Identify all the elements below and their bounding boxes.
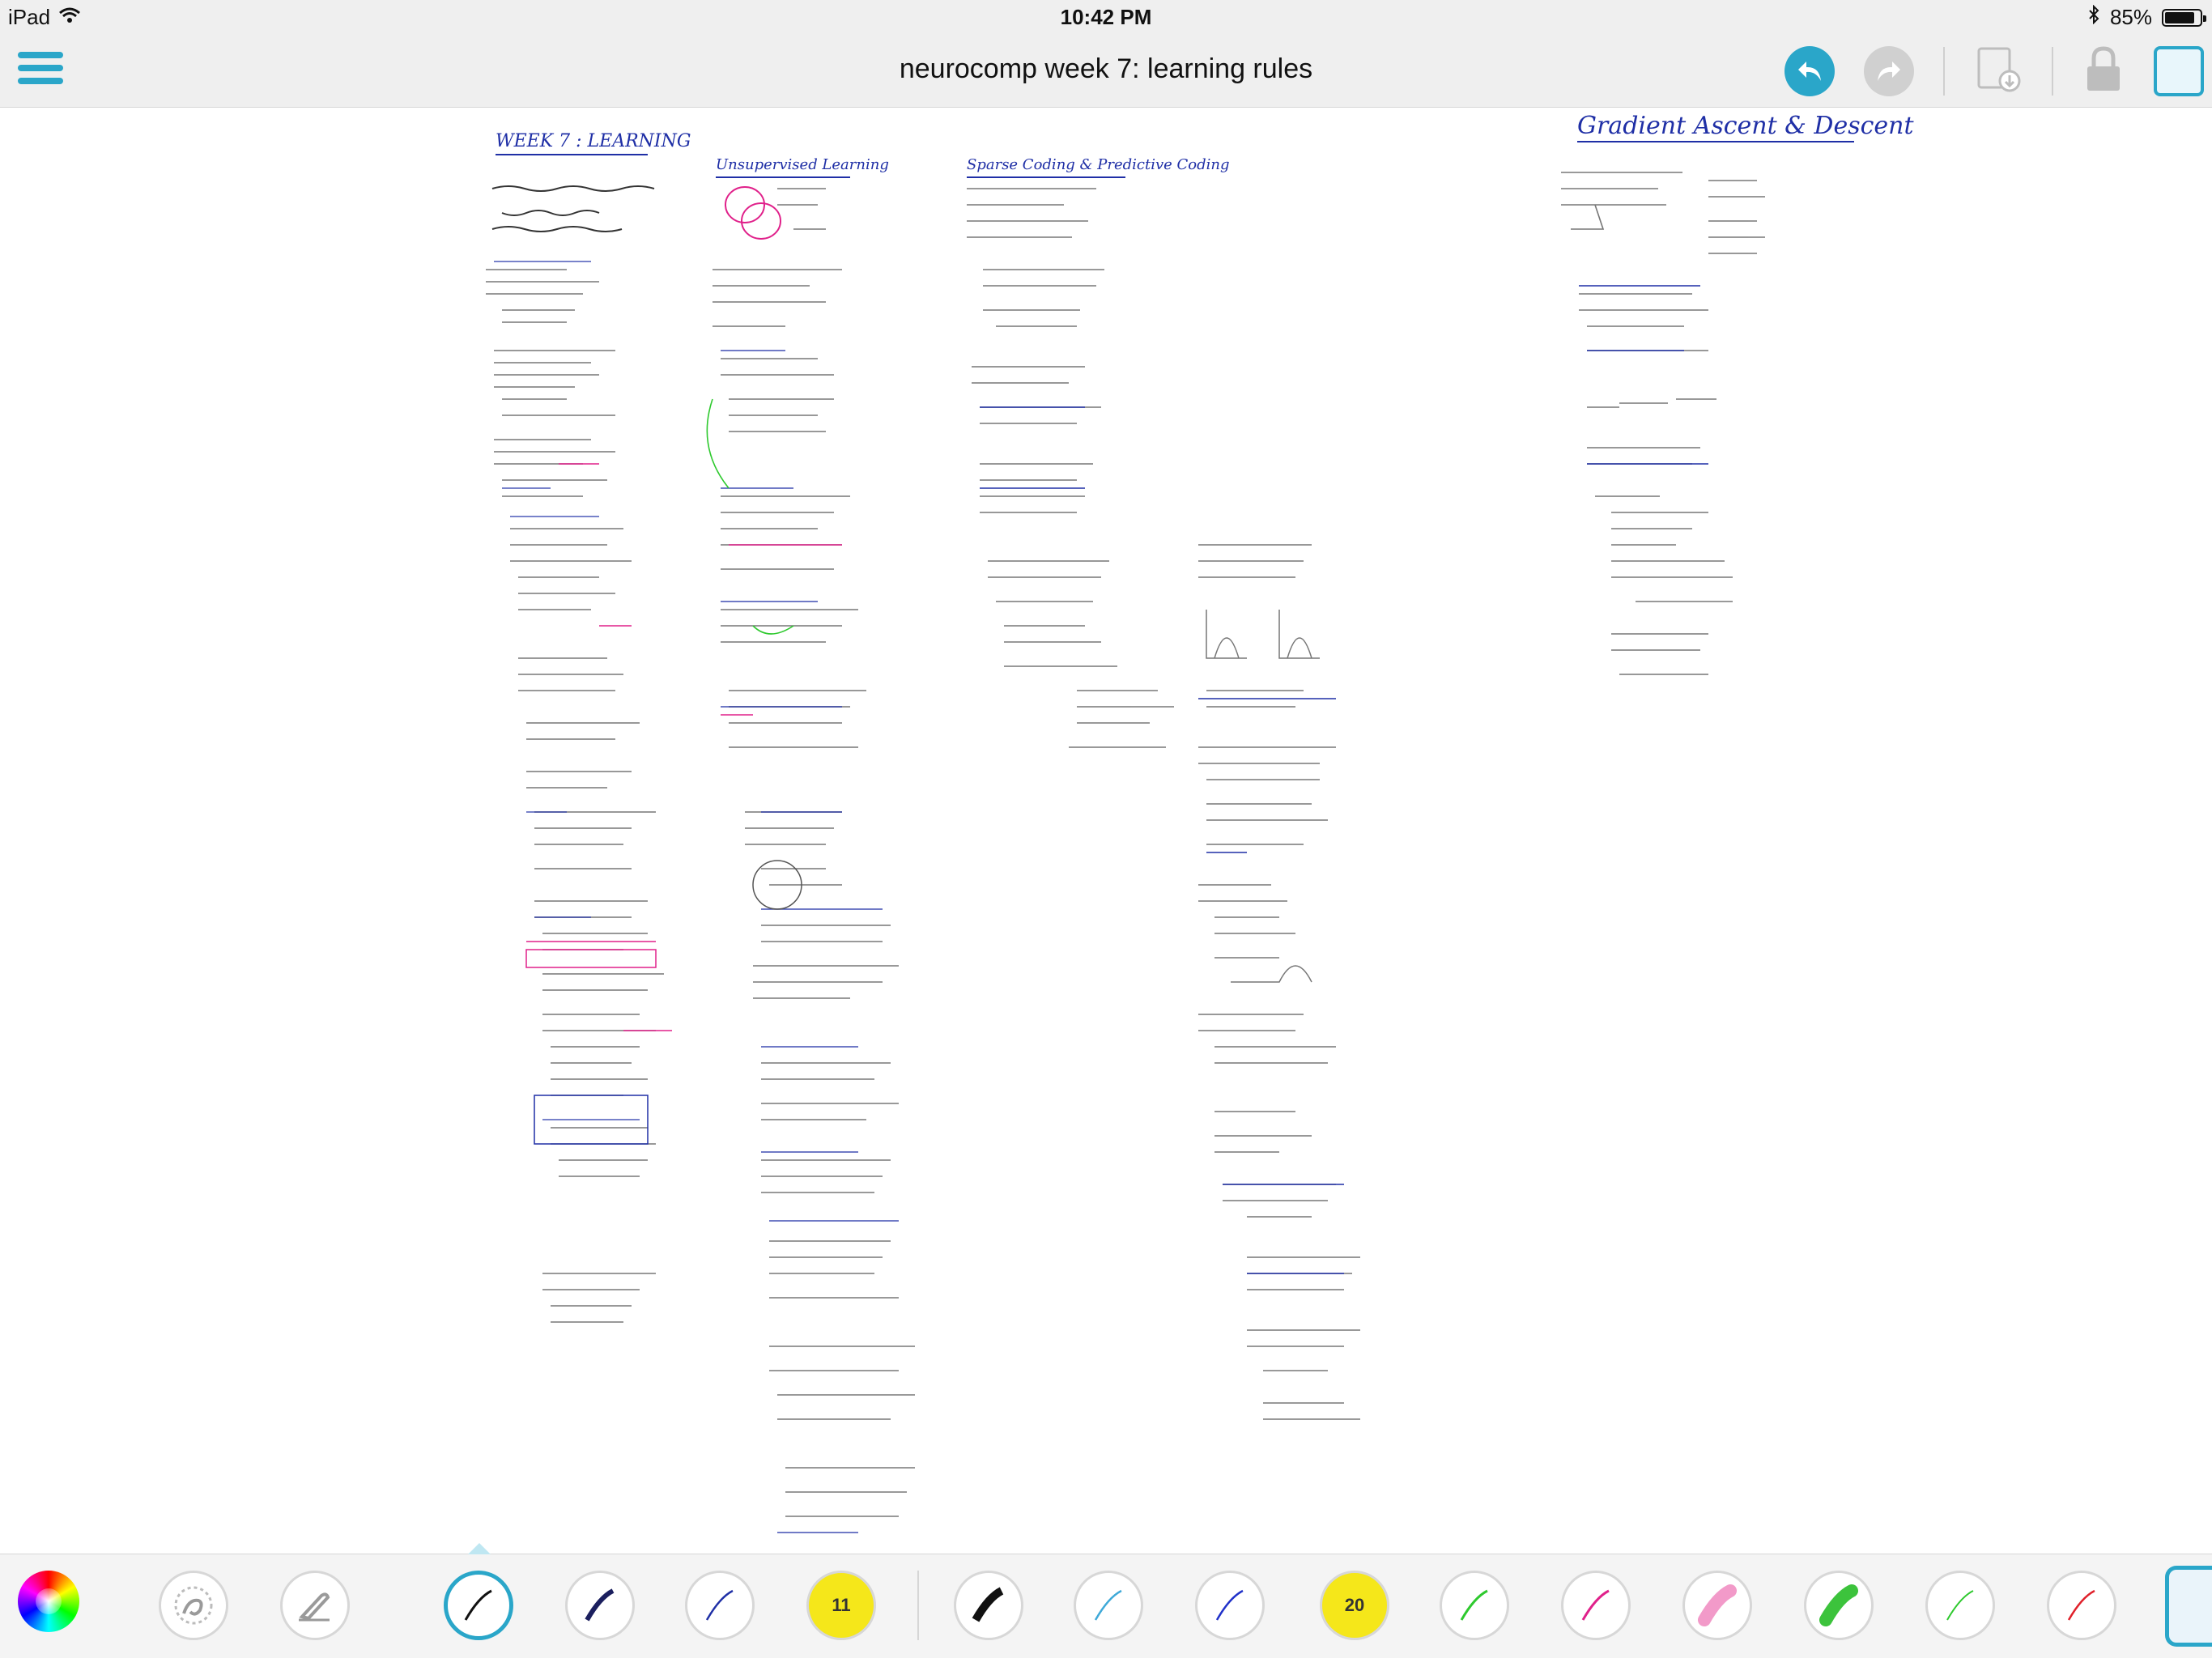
pen-black-thick[interactable] [954,1571,1023,1640]
pen-blue-thin[interactable] [685,1571,755,1640]
eraser-icon [299,1592,330,1622]
pen-navy[interactable] [565,1571,635,1640]
highlighter-green[interactable] [1804,1571,1874,1640]
bluetooth-icon [2087,4,2100,30]
lasso-icon [174,1586,213,1625]
pen-stroke-icon [1094,1589,1122,1621]
pen-green-thin[interactable] [1925,1571,1995,1640]
highlighter-yellow-20[interactable]: 20 [1320,1571,1389,1640]
pen-stroke-icon [1460,1589,1488,1621]
pen-green[interactable] [1440,1571,1509,1640]
nav-actions [1784,44,2204,99]
pen-stroke-icon [972,1587,1004,1622]
pen-stroke-icon [464,1589,492,1621]
color-wheel-icon[interactable] [18,1571,79,1632]
status-time: 10:42 PM [1060,5,1152,29]
pen-magenta[interactable] [1561,1571,1631,1640]
notes-canvas[interactable]: WEEK 7 : LEARNING Unsupervised Learning [0,108,2212,1553]
pen-black-thin[interactable] [444,1571,513,1640]
eraser-tool[interactable] [280,1571,350,1640]
pen-toolbar: 11 20 [0,1543,2212,1658]
nav-divider [2052,47,2053,96]
status-right: 85% [2087,4,2206,30]
pen-stroke-icon [1215,1589,1244,1621]
handwriting-layer: WEEK 7 : LEARNING Unsupervised Learning [486,112,1915,1533]
section-title: Gradient Ascent & Descent [1577,112,1915,140]
battery-fill [2165,11,2194,23]
lasso-tool[interactable] [159,1571,228,1640]
section-title: WEEK 7 : LEARNING [496,131,691,151]
status-bar: iPad 10:42 PM 85% [0,0,2212,34]
pen-stroke-icon [1946,1590,1974,1621]
pen-size-badge: 20 [1344,1595,1365,1615]
pen-red[interactable] [2047,1571,2116,1640]
tool-drawer-handle[interactable] [2165,1566,2212,1647]
toolbar-divider [917,1571,919,1640]
pen-blue[interactable] [1195,1571,1265,1640]
undo-arrow-icon [1798,62,1821,81]
lock-icon[interactable] [2082,45,2125,98]
highlighter-pink[interactable] [1682,1571,1752,1640]
highlighter-yellow-11[interactable]: 11 [806,1571,876,1640]
pen-stroke-icon [705,1589,734,1621]
section-title: Sparse Coding & Predictive Coding [967,156,1230,173]
nav-divider [1943,47,1945,96]
selected-tool-indicator [468,1543,491,1554]
pen-size-badge: 11 [832,1595,851,1615]
pen-stroke-icon [585,1588,615,1622]
page-view-button[interactable] [2154,46,2204,96]
redo-arrow-icon [1878,62,1900,81]
highlighter-stroke-icon [1819,1584,1858,1626]
section-title: Unsupervised Learning [716,156,889,173]
battery-percent: 85% [2109,5,2152,29]
pen-stroke-icon [2067,1589,2095,1621]
export-document-icon[interactable] [1974,45,2023,98]
highlighter-stroke-icon [1698,1584,1737,1626]
pen-stroke-icon [1581,1589,1610,1621]
redo-button[interactable] [1864,46,1914,96]
pen-lightblue[interactable] [1074,1571,1143,1640]
undo-button[interactable] [1784,46,1835,96]
battery-icon [2162,8,2206,27]
nav-bar: neurocomp week 7: learning rules [0,34,2212,108]
